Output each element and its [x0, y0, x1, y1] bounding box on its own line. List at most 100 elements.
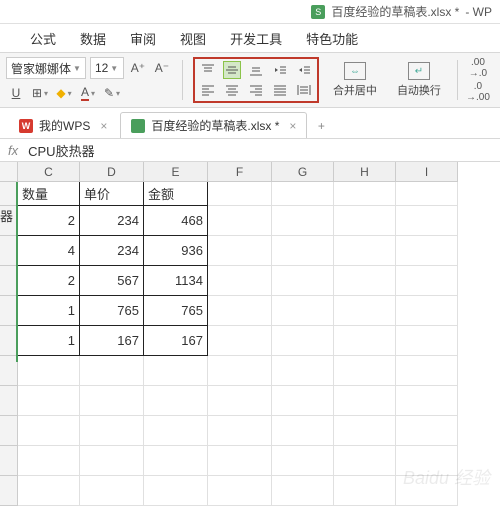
cell[interactable]	[272, 182, 334, 206]
menu-view[interactable]: 视图	[180, 29, 206, 48]
cell[interactable]	[80, 446, 144, 476]
cell[interactable]	[144, 386, 208, 416]
close-icon[interactable]: ×	[100, 119, 107, 133]
decrease-decimal-icon[interactable]: .0→.00	[468, 82, 488, 102]
cell[interactable]	[396, 296, 458, 326]
align-center-icon[interactable]	[223, 81, 241, 99]
cell[interactable]	[18, 446, 80, 476]
distribute-icon[interactable]	[295, 81, 313, 99]
cell[interactable]	[334, 326, 396, 356]
col-header[interactable]: E	[144, 162, 208, 182]
cell[interactable]	[396, 206, 458, 236]
cell[interactable]	[396, 182, 458, 206]
cell[interactable]: 167	[80, 326, 144, 356]
cell[interactable]	[272, 386, 334, 416]
cell[interactable]	[208, 182, 272, 206]
menu-review[interactable]: 审阅	[130, 29, 156, 48]
cell[interactable]: 金额	[144, 182, 208, 206]
cell[interactable]: 数量	[18, 182, 80, 206]
cell[interactable]	[208, 446, 272, 476]
font-color-icon[interactable]: A▾	[78, 83, 98, 103]
cell[interactable]	[208, 266, 272, 296]
cell[interactable]	[334, 476, 396, 506]
cell[interactable]	[80, 476, 144, 506]
cell[interactable]	[334, 266, 396, 296]
cell[interactable]: 167	[144, 326, 208, 356]
cell[interactable]	[208, 236, 272, 266]
cell[interactable]	[396, 416, 458, 446]
decrease-indent-icon[interactable]	[271, 61, 289, 79]
fill-color-icon[interactable]: ◆▾	[54, 83, 74, 103]
cell[interactable]: 4	[18, 236, 80, 266]
cell[interactable]	[208, 476, 272, 506]
menu-data[interactable]: 数据	[80, 29, 106, 48]
cell[interactable]	[208, 326, 272, 356]
cell[interactable]	[18, 476, 80, 506]
menu-formula[interactable]: 公式	[30, 29, 56, 48]
cell[interactable]: 2	[18, 266, 80, 296]
close-icon[interactable]: ×	[289, 119, 296, 133]
spreadsheet-grid[interactable]: CDEFGHI 数量单价金额22344684234936256711341765…	[0, 162, 500, 506]
cell[interactable]: 765	[144, 296, 208, 326]
menu-special[interactable]: 特色功能	[306, 29, 358, 48]
border-icon[interactable]: ⊞▾	[30, 83, 50, 103]
cell[interactable]	[272, 266, 334, 296]
cell[interactable]	[144, 416, 208, 446]
cell[interactable]	[334, 296, 396, 326]
col-header[interactable]: G	[272, 162, 334, 182]
cell[interactable]	[144, 476, 208, 506]
align-middle-icon[interactable]	[223, 61, 241, 79]
increase-indent-icon[interactable]	[295, 61, 313, 79]
col-header[interactable]: D	[80, 162, 144, 182]
cell[interactable]: 234	[80, 206, 144, 236]
merge-center-button[interactable]: ⇔ 合并居中	[327, 56, 383, 104]
cell[interactable]: 2	[18, 206, 80, 236]
cell[interactable]	[334, 182, 396, 206]
cell[interactable]	[208, 296, 272, 326]
cell[interactable]	[208, 416, 272, 446]
cell[interactable]	[272, 356, 334, 386]
cell[interactable]: 936	[144, 236, 208, 266]
cell[interactable]: 567	[80, 266, 144, 296]
col-header[interactable]: C	[18, 162, 80, 182]
cell[interactable]	[272, 296, 334, 326]
tab-wps-home[interactable]: W 我的WPS ×	[8, 112, 118, 138]
cell[interactable]	[80, 416, 144, 446]
cell[interactable]: 234	[80, 236, 144, 266]
cell[interactable]	[396, 386, 458, 416]
cell[interactable]: 单价	[80, 182, 144, 206]
cell[interactable]: 468	[144, 206, 208, 236]
cell[interactable]	[396, 266, 458, 296]
cell[interactable]	[334, 236, 396, 266]
cell[interactable]: 765	[80, 296, 144, 326]
cell[interactable]: 1	[18, 326, 80, 356]
align-left-icon[interactable]	[199, 81, 217, 99]
wrap-text-button[interactable]: ↵ 自动换行	[391, 56, 447, 104]
cell[interactable]	[334, 446, 396, 476]
cell[interactable]	[144, 356, 208, 386]
cell[interactable]	[272, 416, 334, 446]
increase-font-icon[interactable]: A⁺	[128, 58, 148, 78]
col-header[interactable]: H	[334, 162, 396, 182]
cell[interactable]	[334, 206, 396, 236]
font-name-select[interactable]: 管家娜娜体▼	[6, 57, 86, 79]
cell[interactable]	[18, 416, 80, 446]
cell[interactable]	[18, 356, 80, 386]
menu-dev[interactable]: 开发工具	[230, 29, 282, 48]
new-tab-button[interactable]: +	[309, 114, 333, 138]
cell[interactable]	[80, 356, 144, 386]
col-header[interactable]: I	[396, 162, 458, 182]
cell[interactable]	[396, 356, 458, 386]
col-header[interactable]: F	[208, 162, 272, 182]
cell[interactable]: 1134	[144, 266, 208, 296]
cell[interactable]: 1	[18, 296, 80, 326]
cell[interactable]	[208, 386, 272, 416]
cell[interactable]	[396, 326, 458, 356]
cell[interactable]	[272, 476, 334, 506]
cell[interactable]	[18, 386, 80, 416]
tab-document[interactable]: 百度经验的草稿表.xlsx * ×	[120, 112, 307, 138]
align-bottom-icon[interactable]	[247, 61, 265, 79]
format-painter-icon[interactable]: ✎▾	[102, 83, 122, 103]
align-right-icon[interactable]	[247, 81, 265, 99]
cell[interactable]	[334, 386, 396, 416]
